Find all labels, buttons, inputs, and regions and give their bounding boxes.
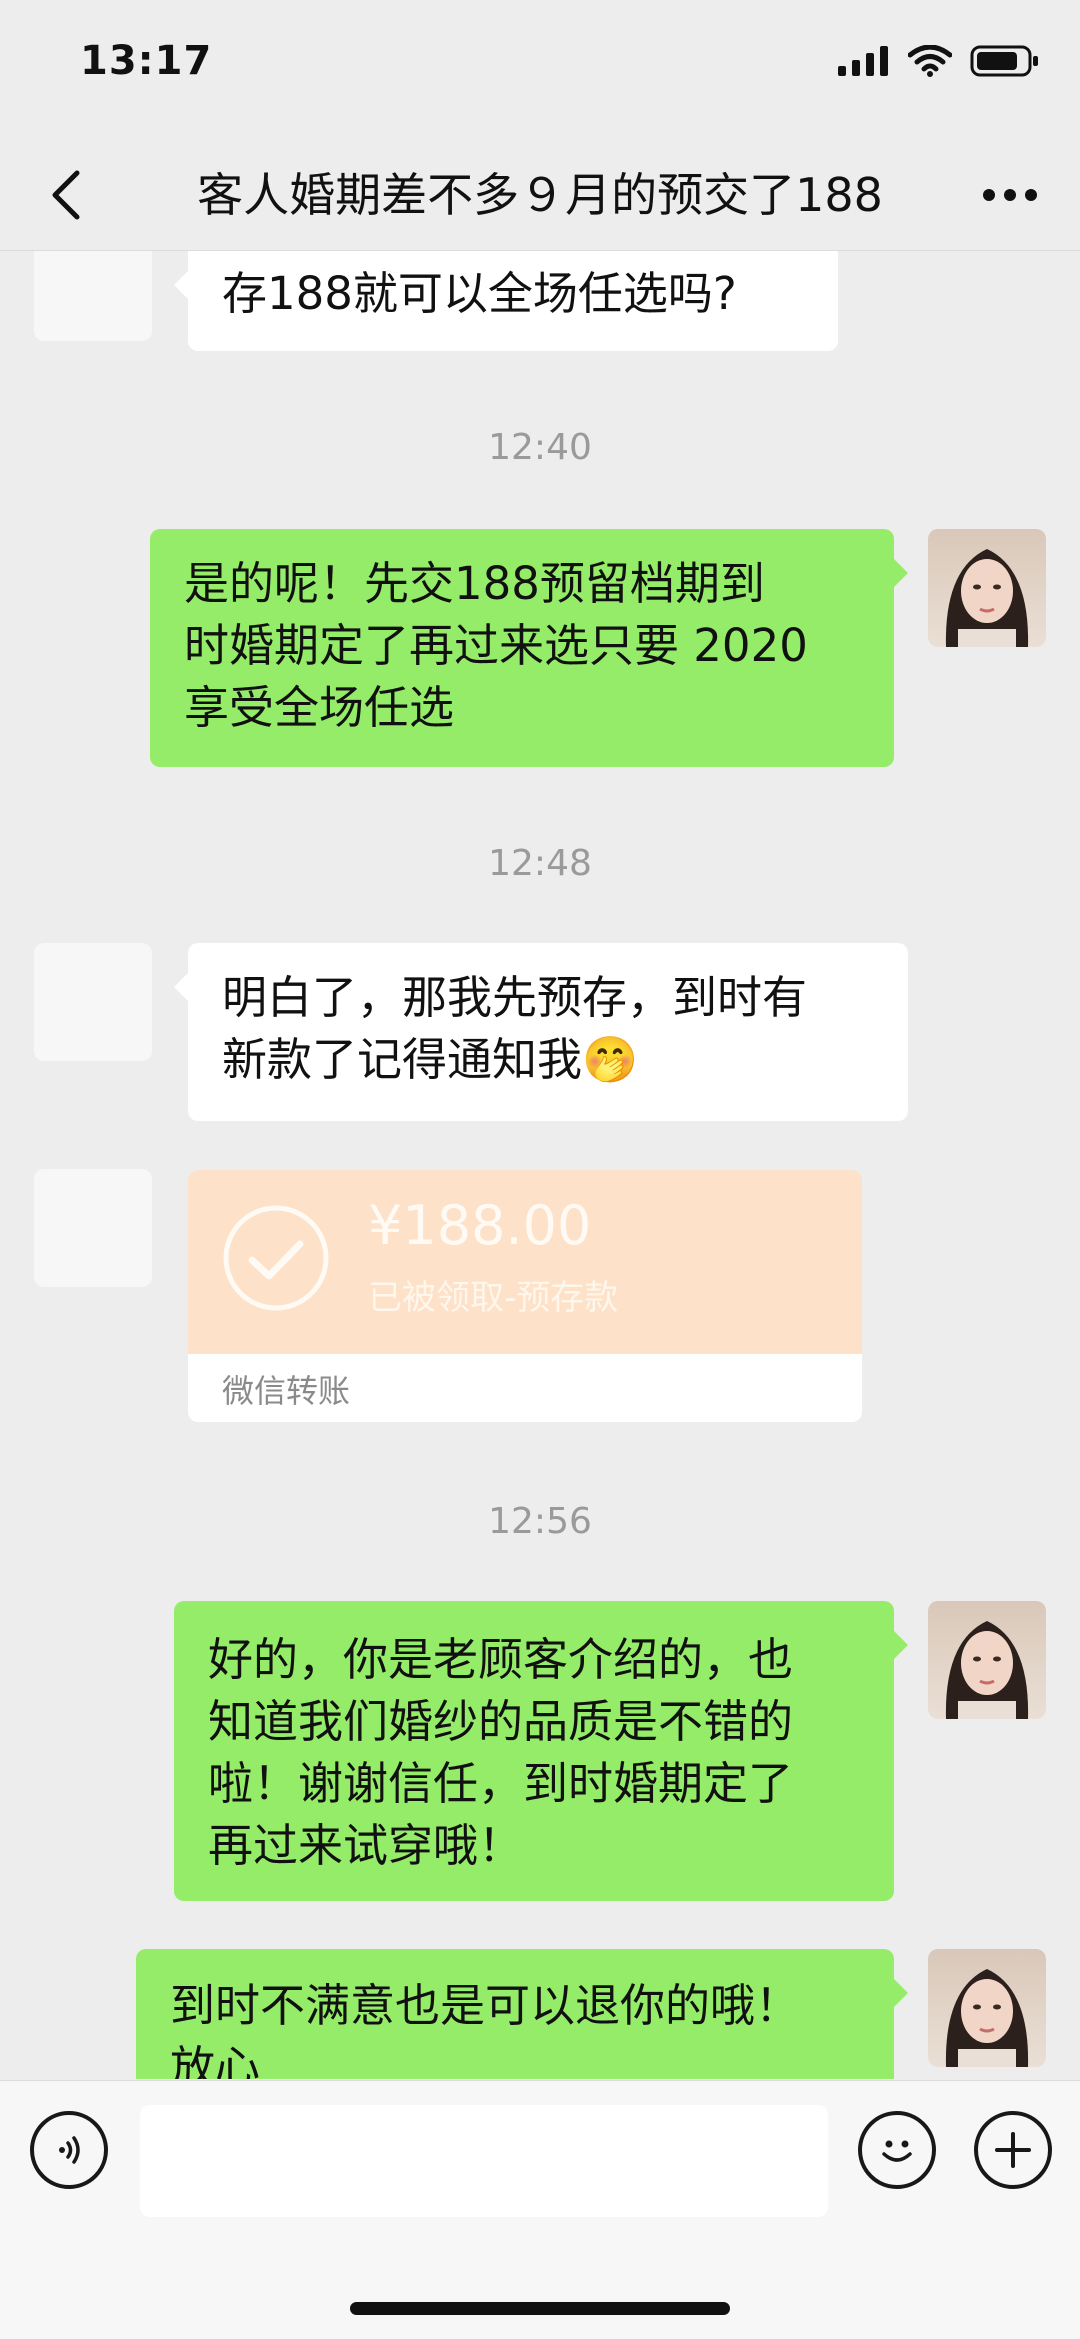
plus-icon bbox=[995, 2132, 1031, 2168]
message-bubble-outgoing[interactable]: 是的呢！先交188预留档期到 时婚期定了再过来选只要 2020 享受全场任选 bbox=[150, 529, 908, 767]
contact-avatar[interactable] bbox=[34, 251, 152, 341]
more-button[interactable] bbox=[970, 160, 1050, 230]
home-indicator[interactable] bbox=[350, 2302, 730, 2315]
voice-button[interactable] bbox=[30, 2111, 108, 2189]
message-text-line: 知道我们婚纱的品质是不错的 bbox=[208, 1695, 794, 1748]
transfer-footer: 微信转账 bbox=[222, 1372, 351, 1410]
voice-icon bbox=[59, 2136, 80, 2164]
message-text-line: 放心 bbox=[170, 2041, 261, 2079]
message-text-line: 啦！谢谢信任，到时婚期定了 bbox=[208, 1757, 794, 1810]
avatar-portrait bbox=[945, 549, 1029, 647]
message-text-line: 是的呢！先交188预留档期到 bbox=[184, 557, 765, 610]
avatar-portrait bbox=[945, 1969, 1029, 2067]
message-text-line: 时婚期定了再过来选只要 2020 bbox=[184, 619, 808, 672]
emoji-button[interactable] bbox=[858, 2111, 936, 2189]
message-bubble-incoming[interactable]: 明白了，那我先预存，到时有 新款了记得通知我🤭 bbox=[174, 943, 908, 1121]
plus-button[interactable] bbox=[974, 2111, 1052, 2189]
my-avatar[interactable] bbox=[928, 1949, 1046, 2067]
message-bubble-outgoing[interactable]: 到时不满意也是可以退你的哦！ 放心 bbox=[136, 1949, 908, 2079]
my-avatar[interactable] bbox=[928, 529, 1046, 647]
chat-title: 客人婚期差不多９月的预交了188 bbox=[197, 168, 883, 222]
wifi-icon bbox=[908, 45, 952, 77]
message-text-line: 享受全场任选 bbox=[184, 681, 455, 734]
chat-area[interactable]: 存188就可以全场任选吗? 12:40 是的呢！先交188预留档期到 时婚期定了… bbox=[0, 251, 1080, 2079]
timestamp: 12:40 bbox=[488, 427, 592, 468]
transfer-amount: ¥188.00 bbox=[368, 1194, 592, 1257]
timestamp: 12:56 bbox=[488, 1501, 592, 1542]
status-bar: 13:17 bbox=[0, 0, 1080, 140]
timestamp: 12:48 bbox=[488, 843, 592, 884]
emoji-icon bbox=[882, 2140, 912, 2162]
input-bar bbox=[0, 2080, 1080, 2339]
message-bubble-outgoing[interactable]: 好的，你是老顾客介绍的，也 知道我们婚纱的品质是不错的 啦！谢谢信任，到时婚期定… bbox=[174, 1601, 908, 1901]
wechat-transfer-card[interactable]: ¥188.00 已被领取-预存款 微信转账 bbox=[188, 1170, 862, 1422]
signal-icon bbox=[838, 46, 888, 76]
message-text: 存188就可以全场任选吗? bbox=[222, 267, 737, 320]
battery-icon bbox=[970, 45, 1038, 77]
contact-avatar[interactable] bbox=[34, 1169, 152, 1287]
back-button[interactable] bbox=[30, 160, 100, 230]
message-bubble-incoming[interactable]: 存188就可以全场任选吗? bbox=[174, 251, 838, 351]
status-time: 13:17 bbox=[80, 38, 213, 84]
message-text-line: 再过来试穿哦！ bbox=[208, 1819, 524, 1872]
message-text-line: 到时不满意也是可以退你的哦！ bbox=[170, 1979, 801, 2032]
back-icon bbox=[52, 170, 80, 220]
my-avatar[interactable] bbox=[928, 1601, 1046, 1719]
more-icon bbox=[983, 189, 1037, 201]
contact-avatar[interactable] bbox=[34, 943, 152, 1061]
message-text-line: 好的，你是老顾客介绍的，也 bbox=[208, 1633, 794, 1686]
status-icons bbox=[838, 45, 1040, 77]
message-text-line: 新款了记得通知我🤭 bbox=[222, 1033, 639, 1086]
nav-bar: 客人婚期差不多９月的预交了188 bbox=[0, 140, 1080, 251]
message-input[interactable] bbox=[140, 2105, 828, 2217]
message-text-line: 明白了，那我先预存，到时有 bbox=[222, 971, 808, 1024]
avatar-portrait bbox=[945, 1621, 1029, 1719]
transfer-status: 已被领取-预存款 bbox=[368, 1278, 619, 1318]
check-circle-icon bbox=[223, 1205, 329, 1311]
